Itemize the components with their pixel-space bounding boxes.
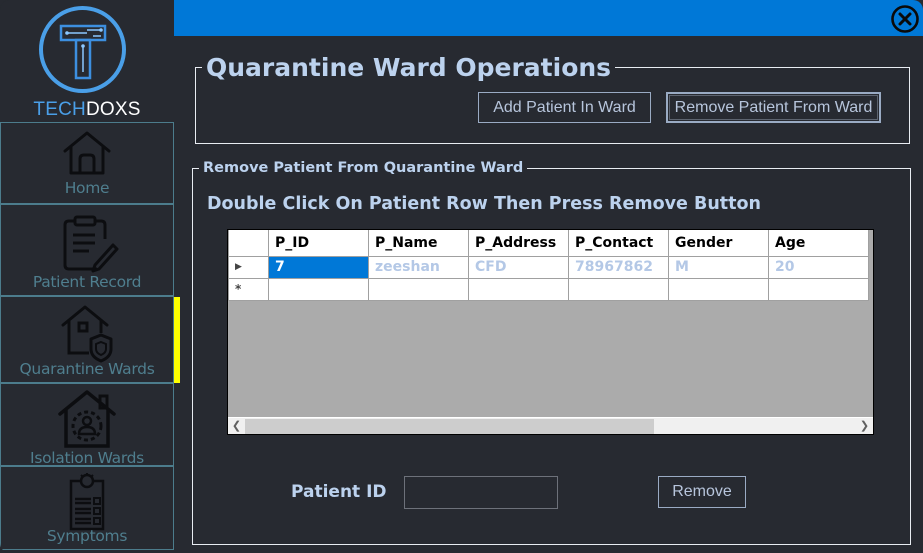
cell-p-contact[interactable]: 78967862 [568, 255, 669, 279]
scroll-right-icon[interactable]: ❯ [856, 418, 873, 435]
new-cell[interactable] [468, 277, 569, 301]
house-person-icon [58, 390, 116, 448]
new-cell[interactable] [268, 277, 369, 301]
new-row[interactable]: * [228, 277, 869, 301]
home-icon [63, 131, 111, 175]
cell-p-name[interactable]: zeeshan [368, 255, 469, 279]
column-header[interactable]: P_ID [268, 230, 369, 257]
sidebar-item-label: Isolation Wards [30, 449, 144, 467]
add-patient-in-ward-button[interactable]: Add Patient In Ward [478, 92, 651, 123]
row-header-corner [228, 230, 269, 257]
scroll-left-icon[interactable]: ❮ [228, 418, 245, 435]
sidebar: TECHDOXS Home Patient Record Quarantine … [0, 0, 174, 553]
remove-patient-from-ward-button[interactable]: Remove Patient From Ward [666, 92, 881, 123]
operations-title: Quarantine Ward Operations [206, 53, 612, 82]
sidebar-item-label: Home [64, 179, 110, 197]
sidebar-item-label: Patient Record [32, 273, 142, 291]
new-cell[interactable] [768, 277, 869, 301]
grid-table: P_ID P_Name P_Address P_Contact Gender A… [228, 230, 869, 301]
new-cell[interactable] [568, 277, 669, 301]
grid-header-row: P_ID P_Name P_Address P_Contact Gender A… [228, 230, 869, 257]
logo-t-icon [59, 24, 107, 80]
sidebar-item-label: Quarantine Wards [19, 360, 155, 378]
remove-button[interactable]: Remove [658, 476, 746, 508]
table-row[interactable]: ▶ 7 zeeshan CFD 78967862 M 20 [228, 255, 869, 279]
cell-p-id[interactable]: 7 [268, 255, 369, 279]
title-bar [174, 0, 923, 36]
new-cell[interactable] [668, 277, 769, 301]
horizontal-scrollbar[interactable]: ❮ ❯ [228, 417, 873, 434]
sidebar-item-isolation-wards[interactable]: Isolation Wards [0, 383, 174, 467]
patient-id-label: Patient ID [291, 482, 387, 502]
column-header[interactable]: Age [768, 230, 869, 257]
logo-emblem [39, 6, 126, 93]
close-circle-icon[interactable] [890, 4, 920, 34]
checklist-virus-icon [69, 473, 105, 531]
logo: TECHDOXS [0, 0, 174, 122]
sidebar-item-symptoms[interactable]: Symptoms [0, 466, 174, 550]
scrollbar-thumb[interactable] [245, 419, 654, 434]
current-row-marker[interactable]: ▶ [228, 255, 269, 279]
column-header[interactable]: P_Address [468, 230, 569, 257]
new-cell[interactable] [368, 277, 469, 301]
active-nav-indicator [174, 297, 180, 383]
sidebar-item-label: Symptoms [46, 527, 128, 545]
remove-section-title: Remove Patient From Quarantine Ward [203, 160, 524, 176]
patient-id-input[interactable] [404, 476, 558, 509]
cell-gender[interactable]: M [668, 255, 769, 279]
app-window: TECHDOXS Home Patient Record Quarantine … [0, 0, 923, 553]
cell-age[interactable]: 20 [768, 255, 869, 279]
instruction-text: Double Click On Patient Row Then Press R… [207, 194, 761, 214]
clipboard-edit-icon [63, 215, 119, 273]
column-header[interactable]: Gender [668, 230, 769, 257]
sidebar-item-quarantine-wards[interactable]: Quarantine Wards [0, 296, 174, 383]
house-shield-icon [61, 305, 113, 363]
column-header[interactable]: P_Name [368, 230, 469, 257]
column-header[interactable]: P_Contact [568, 230, 669, 257]
brand-name: TECHDOXS [33, 99, 141, 120]
cell-p-address[interactable]: CFD [468, 255, 569, 279]
patient-data-grid[interactable]: P_ID P_Name P_Address P_Contact Gender A… [227, 229, 874, 435]
sidebar-item-home[interactable]: Home [0, 122, 174, 204]
new-row-marker[interactable]: * [228, 277, 269, 301]
sidebar-item-patient-record[interactable]: Patient Record [0, 204, 174, 296]
